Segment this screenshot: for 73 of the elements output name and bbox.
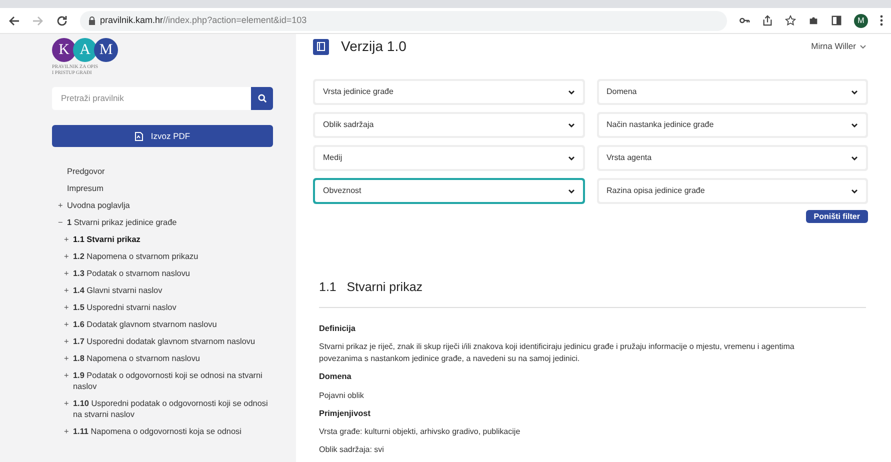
version-title: Verzija 1.0 — [341, 37, 406, 56]
chevron-icon — [851, 188, 858, 194]
filter-dropdown[interactable]: Vrsta jedinice građe — [313, 79, 584, 105]
section-text: Stvarni prikaz je riječ, znak ili skup riječi i/ili znakova koji identificiraju jedinicu građe i pružaju informacije o mjestu, vremenu i agentima povezanima s nastankom jedinice građe, a navedeni su na samoj jedinici. — [319, 341, 796, 366]
tree-toggle[interactable]: − — [58, 217, 67, 228]
side-panel-icon[interactable] — [831, 15, 842, 26]
nav-link[interactable]: 1.7 Usporedni dodatak glavnom stvarnom naslovu — [73, 336, 256, 347]
search-field[interactable]: Pretraži pravilnik — [52, 87, 251, 110]
tree-toggle[interactable]: + — [64, 336, 73, 347]
section-text: Vrsta građe: kulturni objekti, arhivsko gradivo, publikacije — [319, 426, 522, 438]
lock-icon — [88, 16, 96, 25]
export-pdf-button[interactable]: Izvoz PDF — [52, 125, 273, 147]
nav-link[interactable]: 1.9 Podatak o odgovornosti koji se odnosi na stvarni naslov — [73, 370, 273, 392]
chevron-icon — [860, 44, 866, 48]
nav-link[interactable]: 1.4 Glavni stvarni naslov — [73, 285, 162, 296]
nav-link[interactable]: 1.10 Usporedni podatak o odgovornosti koji se odnosi na stvarni naslov — [73, 398, 273, 420]
key-icon[interactable] — [739, 15, 750, 26]
user-menu[interactable]: Mirna Willer — [811, 40, 866, 53]
filter-dropdown[interactable]: Medij — [313, 145, 584, 171]
profile-avatar[interactable]: M — [854, 14, 868, 28]
book-icon — [313, 38, 329, 54]
section-text: Pojavni oblik — [319, 390, 365, 402]
share-icon[interactable] — [762, 15, 773, 26]
filter-dropdown[interactable]: Vrsta agenta — [596, 145, 868, 171]
chevron-icon — [851, 156, 858, 160]
chevron-icon — [568, 90, 574, 94]
chevron-icon — [851, 90, 858, 94]
tree-toggle[interactable]: + — [64, 398, 73, 409]
section-heading: Primjenjivost — [319, 408, 372, 420]
filter-dropdown[interactable]: Razina opisa jedinice građe — [596, 178, 868, 204]
search-button[interactable] — [251, 87, 273, 110]
element-heading: 1.1 Stvarni prikaz — [319, 279, 424, 296]
chevron-icon — [568, 156, 574, 160]
filter-dropdown[interactable]: Oblik sadržaja — [313, 112, 584, 138]
chevron-icon — [851, 122, 858, 128]
section-heading: Definicija — [319, 323, 356, 336]
nav-link[interactable]: Predgovor — [67, 166, 105, 177]
url-text: pravilnik.kam.hr//index.php?action=element&id=103 — [100, 14, 307, 27]
nav-link[interactable]: 1.11 Napomena o odgovornosti koja se odnosi — [73, 426, 242, 437]
section-text: Oblik sadržaja: svi — [319, 444, 385, 456]
back-icon[interactable] — [8, 14, 20, 26]
star-icon[interactable] — [785, 15, 796, 26]
reset-filter-button[interactable]: Poništi filter — [806, 210, 868, 224]
chevron-icon — [568, 188, 574, 194]
tree-toggle[interactable]: + — [64, 234, 73, 245]
menu-icon[interactable] — [880, 15, 883, 26]
tree-toggle[interactable]: + — [64, 251, 73, 262]
section-heading: Domena — [319, 371, 352, 384]
nav-link[interactable]: 1.8 Napomena o stvarnom naslovu — [73, 353, 200, 364]
document-icon — [134, 132, 143, 140]
tree-toggle[interactable]: + — [64, 319, 73, 330]
filter-dropdown[interactable]: Način nastanka jedinice građe — [596, 112, 868, 138]
nav-link[interactable]: 1.6 Dodatak glavnom stvarnom naslovu — [73, 319, 217, 330]
nav-link[interactable]: 1 Stvarni prikaz jedinice građe — [67, 217, 177, 228]
nav-link[interactable]: Uvodna poglavlja — [67, 200, 130, 211]
nav-link[interactable]: 1.5 Usporedni stvarni naslov — [73, 302, 176, 313]
nav-link[interactable]: Impresum — [67, 183, 104, 194]
tree-toggle[interactable]: + — [64, 302, 73, 313]
filter-dropdown[interactable]: Domena — [596, 79, 868, 105]
tree-toggle[interactable]: + — [64, 426, 73, 437]
nav-link[interactable]: 1.1 Stvarni prikaz — [73, 234, 140, 245]
nav-link[interactable]: 1.2 Napomena o stvarnom prikazu — [73, 251, 198, 262]
tree-toggle[interactable]: + — [64, 353, 73, 364]
tree-toggle[interactable]: + — [58, 200, 67, 211]
address-bar[interactable]: pravilnik.kam.hr//index.php?action=element&id=103 — [80, 10, 727, 30]
filter-dropdown[interactable]: Obveznost — [313, 178, 584, 204]
tree-toggle[interactable]: + — [64, 370, 73, 381]
chevron-icon — [568, 122, 574, 128]
search-icon — [258, 94, 266, 103]
nav-link[interactable]: 1.3 Podatak o stvarnom naslovu — [73, 268, 190, 279]
reload-icon[interactable] — [56, 14, 68, 26]
tree-toggle[interactable]: + — [64, 285, 73, 296]
tree-toggle[interactable]: + — [64, 268, 73, 279]
